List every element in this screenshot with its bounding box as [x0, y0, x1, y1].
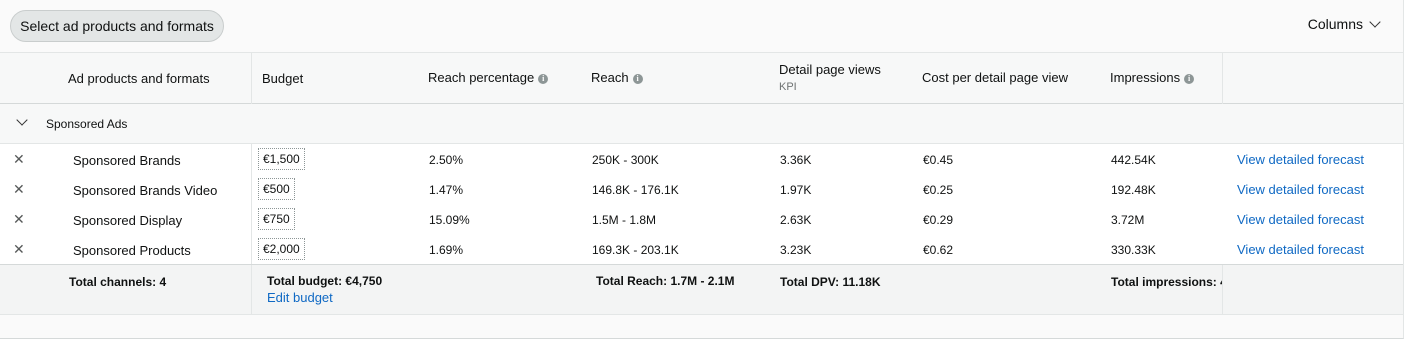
- total-impressions-clip: Total impressions: 4: [1111, 275, 1222, 291]
- row-reach-percentage: 2.50%: [429, 153, 464, 167]
- row-name: Sponsored Brands: [73, 153, 181, 168]
- header-detail-page-views: Detail page views KPI: [779, 62, 881, 93]
- row-cost-per-dpv: €0.45: [923, 153, 954, 167]
- table-row: ✕ Sponsored Brands Video €500 1.47% 146.…: [0, 174, 1403, 204]
- close-icon[interactable]: ✕: [13, 151, 25, 168]
- total-channels: Total channels: 4: [69, 275, 167, 289]
- budget-input[interactable]: €2,000: [258, 238, 305, 260]
- row-dpv: 3.36K: [780, 153, 812, 167]
- total-budget: Total budget: €4,750: [267, 274, 383, 288]
- header-reach-percentage: Reach percentage i: [428, 70, 549, 85]
- total-impressions: Total impressions: 4: [1111, 275, 1222, 289]
- budget-input[interactable]: €500: [258, 178, 295, 200]
- info-icon[interactable]: i: [632, 74, 643, 84]
- header-reach-label: Reach: [591, 70, 629, 85]
- row-reach-percentage: 15.09%: [429, 213, 470, 227]
- row-name: Sponsored Brands Video: [73, 183, 218, 198]
- total-reach: Total Reach: 1.7M - 2.1M: [596, 274, 735, 288]
- table-row: ✕ Sponsored Brands €1,500 2.50% 250K - 3…: [0, 144, 1403, 174]
- row-reach: 169.3K - 203.1K: [592, 243, 679, 257]
- edit-budget-link[interactable]: Edit budget: [267, 290, 333, 305]
- header-cost-per-dpv: Cost per detail page view: [922, 70, 1068, 85]
- budget-input[interactable]: €1,500: [258, 148, 305, 170]
- close-icon[interactable]: ✕: [13, 211, 25, 228]
- column-divider: [1222, 53, 1223, 104]
- column-divider: [251, 265, 252, 315]
- view-detailed-forecast-link[interactable]: View detailed forecast: [1237, 212, 1364, 227]
- row-name: Sponsored Display: [73, 213, 183, 228]
- header-reach-percentage-label: Reach percentage: [428, 70, 535, 85]
- row-dpv: 3.23K: [780, 243, 812, 257]
- header-reach: Reach i: [591, 70, 643, 85]
- header-budget: Budget: [262, 71, 304, 86]
- column-divider: [1222, 265, 1223, 315]
- row-impressions: 3.72M: [1111, 213, 1145, 227]
- header-dpv-kpi: KPI: [779, 81, 797, 93]
- view-detailed-forecast-link[interactable]: View detailed forecast: [1237, 152, 1364, 167]
- view-detailed-forecast-link[interactable]: View detailed forecast: [1237, 242, 1364, 257]
- table-row: ✕ Sponsored Display €750 15.09% 1.5M - 1…: [0, 204, 1403, 234]
- row-reach: 146.8K - 176.1K: [592, 183, 679, 197]
- forecast-panel: Select ad products and formats Columns A…: [0, 0, 1404, 339]
- columns-label: Columns: [1307, 16, 1363, 32]
- header-impressions-label: Impressions: [1110, 70, 1181, 85]
- row-impressions: 330.33K: [1111, 243, 1156, 257]
- table-row: ✕ Sponsored Products €2,000 1.69% 169.3K…: [0, 234, 1403, 264]
- info-icon[interactable]: i: [1184, 74, 1195, 84]
- toolbar: Select ad products and formats Columns: [0, 0, 1403, 52]
- row-reach-percentage: 1.47%: [429, 183, 464, 197]
- row-dpv: 1.97K: [780, 183, 812, 197]
- columns-dropdown[interactable]: Columns: [1307, 16, 1381, 32]
- total-dpv: Total DPV: 11.18K: [780, 275, 881, 289]
- header-dpv-label: Detail page views: [779, 62, 881, 77]
- row-reach-percentage: 1.69%: [429, 243, 464, 257]
- totals-row: Total channels: 4 Total budget: €4,750 E…: [0, 264, 1403, 315]
- row-cost-per-dpv: €0.62: [923, 243, 954, 257]
- row-reach: 1.5M - 1.8M: [592, 213, 657, 227]
- group-label: Sponsored Ads: [46, 117, 128, 131]
- row-cost-per-dpv: €0.29: [923, 213, 954, 227]
- table-body: ✕ Sponsored Brands €1,500 2.50% 250K - 3…: [0, 144, 1403, 264]
- row-name: Sponsored Products: [73, 243, 191, 258]
- column-divider: [251, 53, 252, 104]
- header-ad-products: Ad products and formats: [68, 71, 210, 86]
- group-row-sponsored-ads[interactable]: Sponsored Ads: [0, 104, 1403, 144]
- select-ad-products-button[interactable]: Select ad products and formats: [10, 10, 224, 42]
- chevron-down-icon[interactable]: [16, 114, 28, 126]
- table-header: Ad products and formats Budget Reach per…: [0, 52, 1403, 104]
- row-reach: 250K - 300K: [592, 153, 659, 167]
- row-cost-per-dpv: €0.25: [923, 183, 954, 197]
- info-icon[interactable]: i: [538, 74, 549, 84]
- close-icon[interactable]: ✕: [13, 181, 25, 198]
- column-divider: [251, 144, 252, 264]
- row-dpv: 2.63K: [780, 213, 812, 227]
- row-impressions: 192.48K: [1111, 183, 1156, 197]
- row-impressions: 442.54K: [1111, 153, 1156, 167]
- budget-input[interactable]: €750: [258, 208, 295, 230]
- header-impressions: Impressions i: [1110, 70, 1195, 85]
- view-detailed-forecast-link[interactable]: View detailed forecast: [1237, 182, 1364, 197]
- chevron-down-icon: [1369, 16, 1381, 28]
- close-icon[interactable]: ✕: [13, 241, 25, 258]
